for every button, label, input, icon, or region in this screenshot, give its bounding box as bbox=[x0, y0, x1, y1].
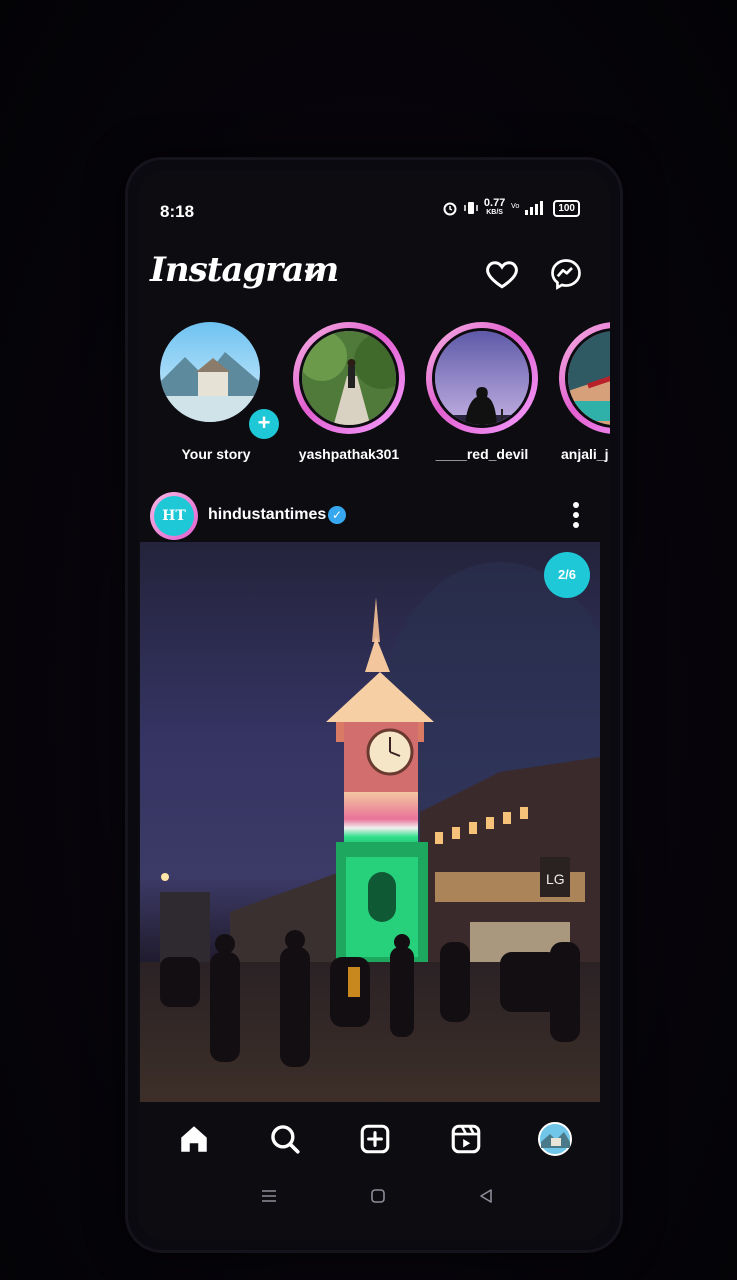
story-avatar bbox=[299, 328, 399, 428]
bottom-nav bbox=[138, 1108, 610, 1168]
phone-frame: 8:18 0.77 KB/S Vo 100 Instagram + Your s… bbox=[128, 160, 620, 1250]
recents-icon[interactable] bbox=[260, 1188, 278, 1209]
more-options-icon[interactable] bbox=[566, 498, 586, 532]
add-story-icon[interactable]: + bbox=[246, 406, 282, 442]
post-author-avatar[interactable]: HT bbox=[150, 492, 198, 540]
status-bar: 8:18 0.77 KB/S Vo 100 bbox=[138, 170, 610, 226]
app-header: Instagram bbox=[138, 240, 610, 300]
verified-badge-icon: ✓ bbox=[328, 506, 346, 524]
lg-sign: LG bbox=[546, 871, 565, 887]
svg-text:Vo: Vo bbox=[511, 202, 520, 210]
story-anjali[interactable]: anjali_j bbox=[549, 320, 610, 470]
stories-tray: + Your story yashpathak301 ____red_devil… bbox=[138, 320, 610, 470]
story-avatar bbox=[160, 322, 260, 422]
status-icons: 0.77 KB/S Vo 100 bbox=[442, 198, 580, 218]
story-username: yashpathak301 bbox=[298, 446, 400, 462]
status-time: 8:18 bbox=[160, 202, 195, 221]
profile-avatar[interactable] bbox=[538, 1122, 572, 1156]
story-avatar bbox=[565, 328, 610, 428]
story-your-story[interactable]: + Your story bbox=[150, 320, 282, 470]
story-avatar bbox=[432, 328, 532, 428]
reels-icon[interactable] bbox=[449, 1122, 483, 1156]
alarm-icon bbox=[443, 202, 457, 216]
story-username: Your story bbox=[181, 446, 251, 462]
search-icon[interactable] bbox=[268, 1122, 302, 1156]
net-speed: 0.77 KB/S bbox=[483, 197, 506, 217]
new-post-icon[interactable] bbox=[358, 1122, 392, 1156]
chevron-down-icon[interactable] bbox=[304, 264, 320, 285]
instagram-screen: 8:18 0.77 KB/S Vo 100 Instagram + Your s… bbox=[138, 170, 610, 1240]
heart-icon[interactable] bbox=[484, 256, 520, 292]
post-username[interactable]: hindustantimes bbox=[208, 506, 326, 524]
story-red-devil[interactable]: ____red_devil bbox=[416, 320, 546, 470]
back-icon[interactable] bbox=[478, 1188, 494, 1209]
vibrate-icon bbox=[464, 202, 478, 214]
post-image[interactable]: LG 2/6 bbox=[140, 542, 600, 1102]
post-header: HT hindustantimes ✓ bbox=[138, 488, 610, 544]
story-username: anjali_j bbox=[561, 446, 609, 462]
story-yashpathak301[interactable]: yashpathak301 bbox=[283, 320, 413, 470]
story-username: ____red_devil bbox=[435, 446, 529, 462]
signal-icon: Vo bbox=[511, 201, 544, 215]
carousel-page-indicator: 2/6 bbox=[544, 552, 590, 598]
battery-indicator: 100 bbox=[553, 199, 580, 217]
home-button-icon[interactable] bbox=[370, 1188, 386, 1209]
clock-tower-photo: LG bbox=[140, 562, 600, 1102]
home-icon[interactable] bbox=[177, 1122, 211, 1156]
messenger-icon[interactable] bbox=[548, 256, 584, 292]
system-nav-bar bbox=[138, 1180, 610, 1220]
